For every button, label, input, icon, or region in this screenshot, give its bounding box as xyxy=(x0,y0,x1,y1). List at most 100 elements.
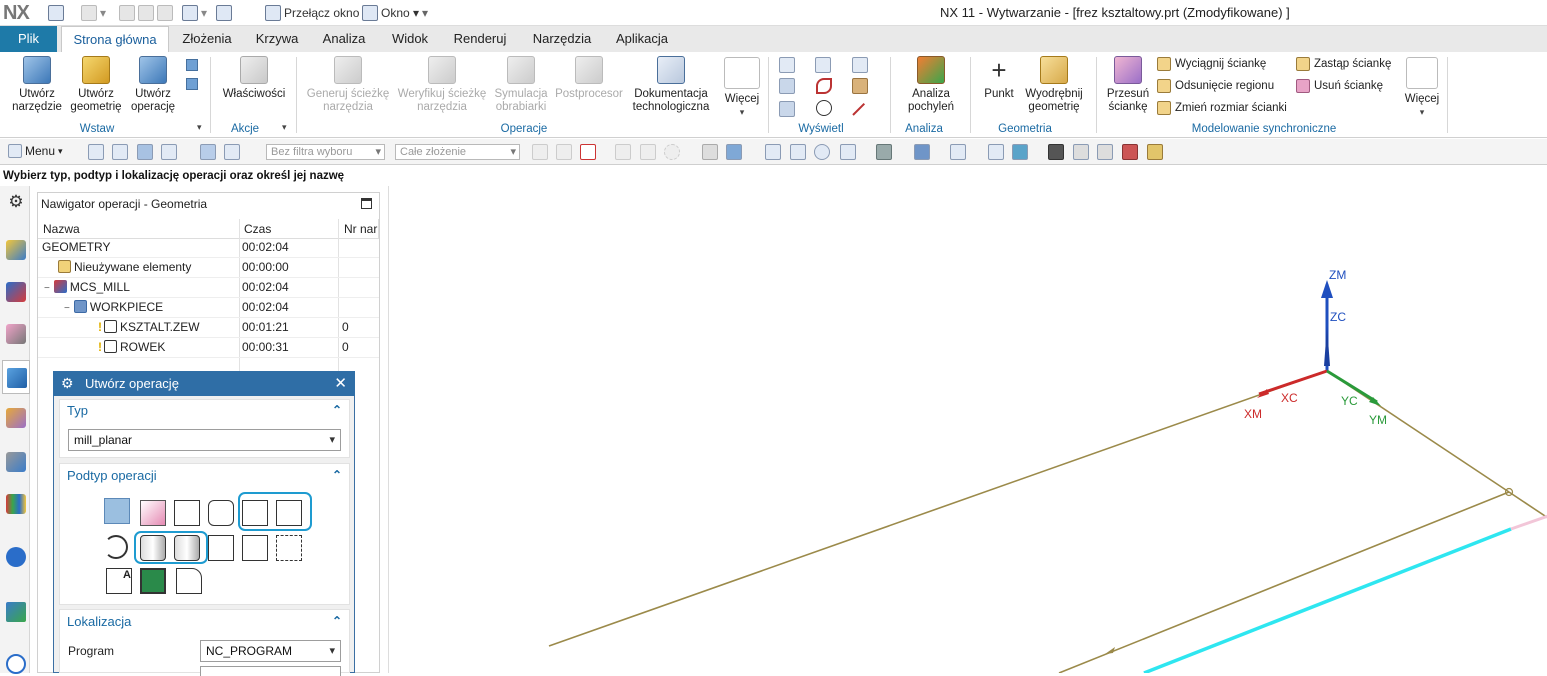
create-method-icon[interactable] xyxy=(186,59,198,71)
column-header-name[interactable]: Nazwa xyxy=(38,219,240,239)
collapse-icon[interactable]: − xyxy=(44,283,50,294)
table-row[interactable]: − MCS_MILL 00:02:04 xyxy=(38,278,379,298)
save-icon[interactable] xyxy=(48,5,64,21)
view-layout-icon[interactable] xyxy=(1048,144,1064,160)
mill-user-op-icon[interactable] xyxy=(276,535,302,561)
snap-point-icon[interactable] xyxy=(640,144,656,160)
selection-filter-dropdown[interactable]: Bez filtra wyboru xyxy=(266,144,385,160)
machine-simulation-button[interactable]: Symulacja obrabiarki xyxy=(492,56,550,114)
collapse-icon[interactable]: − xyxy=(64,303,70,314)
touch-mode-icon[interactable] xyxy=(216,5,233,21)
cut-icon[interactable] xyxy=(119,5,136,21)
curve-icon[interactable] xyxy=(816,78,832,94)
snap-icon[interactable] xyxy=(556,144,572,160)
resize-face-button[interactable]: Zmień rozmiar ścianki xyxy=(1157,101,1287,115)
offset-region-button[interactable]: Odsunięcie regionu xyxy=(1157,79,1274,93)
assembly-navigator-icon[interactable] xyxy=(6,452,26,472)
info-icon[interactable] xyxy=(6,547,26,567)
operations-more-button[interactable]: Więcej ▾ xyxy=(722,57,762,119)
tab-file[interactable]: Plik xyxy=(0,26,57,52)
collapse-chevron-icon[interactable]: ⌃ xyxy=(332,403,342,417)
text-op-icon[interactable]: A xyxy=(106,568,132,594)
insert-group-dropdown-icon[interactable]: ▾ xyxy=(197,122,202,133)
draft-analysis-button[interactable]: Analiza pochyleń xyxy=(898,56,964,114)
select-all-icon[interactable] xyxy=(580,144,596,160)
reuse-library-icon[interactable] xyxy=(6,494,26,514)
snap-point-icon[interactable] xyxy=(615,144,631,160)
tab-home[interactable]: Strona główna xyxy=(61,26,169,52)
display-cmd-icon[interactable] xyxy=(815,57,831,73)
pull-face-button[interactable]: Wyciągnij ściankę xyxy=(1157,57,1266,71)
shaded-cube-icon[interactable] xyxy=(914,144,930,160)
create-operation-button[interactable]: Utwórz operację xyxy=(128,56,178,114)
edit-section-icon[interactable] xyxy=(950,144,966,160)
graphics-viewport[interactable]: ZM ZC XC XM YC YM xyxy=(388,186,1547,675)
view-layout-icon[interactable] xyxy=(1097,144,1113,160)
extract-geometry-button[interactable]: Wyodrębnij geometrię xyxy=(1020,56,1088,114)
machine-tool-view-icon[interactable] xyxy=(112,144,128,160)
display-cmd-icon[interactable] xyxy=(779,78,795,94)
toolpath-icon[interactable] xyxy=(224,144,240,160)
table-row[interactable]: ! KSZTALT.ZEW 00:01:21 0 xyxy=(38,318,379,338)
type-section-title[interactable]: Typ xyxy=(67,403,88,418)
point-button[interactable]: + Punkt xyxy=(978,56,1020,101)
tab-application[interactable]: Aplikacja xyxy=(607,26,677,52)
history-clock-icon[interactable] xyxy=(6,654,26,674)
maximize-icon[interactable] xyxy=(361,198,372,209)
planar-text-op-icon[interactable] xyxy=(208,535,234,561)
display-cmd-icon[interactable] xyxy=(779,101,795,117)
create-geometry-button[interactable]: Utwórz geometrię xyxy=(68,56,124,114)
properties-button[interactable]: Właściwości xyxy=(220,56,288,101)
face-milling-manual-op-icon[interactable] xyxy=(208,500,234,526)
tab-tools[interactable]: Narzędzia xyxy=(522,26,602,52)
method-navigator-icon[interactable] xyxy=(6,324,26,344)
undo-icon[interactable] xyxy=(81,5,97,21)
floor-wall-ipw-op-icon[interactable] xyxy=(140,500,166,526)
create-program-icon[interactable] xyxy=(186,78,198,90)
actions-group-dropdown-icon[interactable]: ▾ xyxy=(282,122,287,133)
copy-icon[interactable] xyxy=(138,5,155,21)
move-face-button[interactable]: Przesuń ściankę xyxy=(1104,56,1152,114)
subtype-section-title[interactable]: Podtyp operacji xyxy=(67,468,157,483)
program-dropdown[interactable]: NC_PROGRAM xyxy=(200,640,341,662)
web-browser-icon[interactable] xyxy=(6,602,26,622)
replace-face-button[interactable]: Zastąp ściankę xyxy=(1296,57,1391,71)
paste-icon[interactable] xyxy=(157,5,174,21)
show-hide-icon[interactable] xyxy=(988,144,1004,160)
toolpath-display-icon[interactable] xyxy=(200,144,216,160)
column-header-tool-number[interactable]: Nr nar xyxy=(339,219,379,239)
type-dropdown[interactable]: mill_planar xyxy=(68,429,341,451)
floor-wall-op-icon[interactable] xyxy=(104,498,130,524)
point-display-icon[interactable] xyxy=(816,100,832,116)
postprocessor-button[interactable]: Postprocesor xyxy=(554,56,624,101)
selection-scope-dropdown[interactable]: Całe złożenie xyxy=(395,144,520,160)
repeat-command-icon[interactable] xyxy=(182,5,199,21)
switch-window-button[interactable]: Przełącz okno xyxy=(265,4,359,22)
orient-view-icon[interactable] xyxy=(840,144,856,160)
view-layout-icon[interactable] xyxy=(1073,144,1089,160)
tab-render[interactable]: Renderuj xyxy=(444,26,516,52)
operation-navigator-tab[interactable] xyxy=(2,360,30,394)
close-icon[interactable]: ✕ xyxy=(334,371,347,396)
display-cmd-icon[interactable] xyxy=(852,57,868,73)
program-order-navigator-icon[interactable] xyxy=(6,282,26,302)
create-tool-button[interactable]: Utwórz narzędzie xyxy=(8,56,66,114)
program-order-view-icon[interactable] xyxy=(88,144,104,160)
feature-navigator-icon[interactable] xyxy=(6,408,26,428)
snap-icon[interactable] xyxy=(532,144,548,160)
tab-view[interactable]: Widok xyxy=(382,26,438,52)
table-row[interactable]: GEOMETRY 00:02:04 xyxy=(38,238,379,258)
layer-icon[interactable] xyxy=(1012,144,1028,160)
table-row[interactable]: Nieużywane elementy 00:00:00 xyxy=(38,258,379,278)
collapse-chevron-icon[interactable]: ⌃ xyxy=(332,614,342,628)
table-row[interactable]: − WORKPIECE 00:02:04 xyxy=(38,298,379,318)
display-cmd-icon[interactable] xyxy=(779,57,795,73)
menu-button[interactable]: Menu ▾ xyxy=(8,144,63,158)
render-style-icon[interactable] xyxy=(876,144,892,160)
machine-control-op-icon[interactable] xyxy=(140,568,166,594)
tab-assemblies[interactable]: Złożenia xyxy=(174,26,240,52)
face-milling-op-icon[interactable] xyxy=(174,500,200,526)
settings-gear-icon[interactable]: ⚙ xyxy=(6,192,26,212)
fit-icon[interactable] xyxy=(765,144,781,160)
rotate-icon[interactable] xyxy=(814,144,830,160)
